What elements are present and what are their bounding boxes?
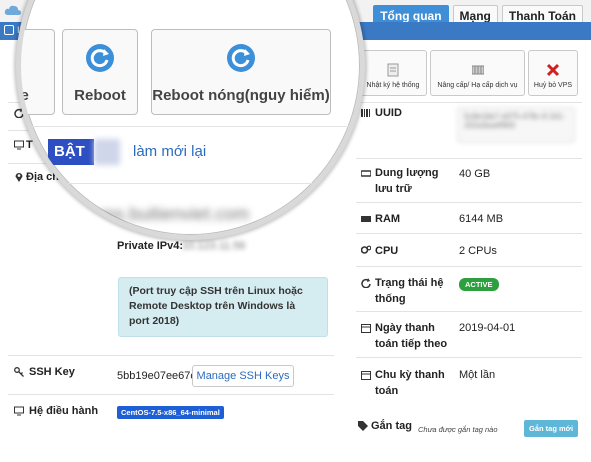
next-payment-label: Ngày thanh toán tiếp theo: [375, 322, 448, 350]
status-badge: ACTIVE: [459, 278, 499, 291]
monitor-icon: [14, 140, 24, 150]
hard-reboot-button[interactable]: Reboot nóng(nguy hiểm): [151, 29, 331, 115]
system-log-label: Nhật ký hệ thống: [366, 82, 420, 89]
divider: [356, 158, 582, 159]
private-ip-value: 10.123.11.56: [182, 240, 246, 252]
divider: [21, 183, 360, 184]
divider: [356, 202, 582, 203]
uuid-bars-icon: [361, 109, 370, 117]
cloud-logo-icon: [4, 5, 22, 15]
ram-value: 6144 MB: [459, 213, 504, 225]
private-ip-label: Private IPv4:: [117, 240, 184, 252]
refresh-link[interactable]: làm mới lại: [133, 143, 206, 160]
cpu-value: 2 CPUs: [459, 245, 497, 257]
calendar-icon: [361, 324, 371, 333]
map-pin-icon: [15, 173, 23, 182]
billing-cycle-value: Một lần: [459, 369, 496, 381]
document-icon: [387, 63, 399, 77]
reboot-label: Reboot: [74, 87, 126, 104]
add-tag-button[interactable]: Gắn tag mới: [524, 420, 579, 437]
cpu-gears-icon: [361, 245, 371, 254]
ssh-key-value: 5bb19e07ee67c: [117, 370, 196, 382]
divider: [21, 126, 360, 127]
memory-icon: [361, 216, 371, 222]
ram-label: RAM: [375, 213, 401, 225]
next-payment-value: 2019-04-01: [459, 322, 516, 334]
upgrade-button[interactable]: Nâng cấp/ Hạ cấp dịch vụ: [430, 50, 525, 96]
system-state-label: Trạng thái hệ thống: [375, 277, 444, 305]
cancel-vps-button[interactable]: Huỷ bỏ VPS: [528, 50, 578, 96]
ssh-key-label: SSH Key: [29, 366, 75, 378]
divider: [356, 233, 582, 234]
tag-icon: [358, 421, 368, 431]
status-badge-blur: [94, 139, 120, 165]
cancel-vps-label: Huỷ bỏ VPS: [533, 82, 573, 89]
tag-note: Chưa được gắn tag nào: [418, 425, 498, 434]
divider: [8, 394, 334, 395]
action-toolbar: OS Nhật ký hệ thống Nâng cấp/ Hạ cấp dịc…: [330, 50, 578, 96]
refresh-icon: [361, 278, 371, 288]
tag-label: Gắn tag: [371, 420, 412, 432]
billing-cycle-label: Chu kỳ thanh toán: [375, 369, 445, 397]
server-icon: [4, 25, 14, 35]
grid-icon: [471, 65, 484, 75]
storage-value: 40 GB: [459, 168, 491, 180]
ssh-port-note: (Port truy cập SSH trên Linux hoặc Remot…: [118, 277, 328, 337]
system-log-button[interactable]: Nhật ký hệ thống: [359, 50, 427, 96]
magnifier-lens: ole Reboot Reboot nóng(nguy hiểm) BẬT là…: [16, 0, 365, 240]
key-icon: [14, 367, 24, 377]
uuid-label: UUID: [375, 107, 402, 119]
os-badge: CentOS-7.5-x86_64-minimal: [117, 406, 224, 419]
power-status-badge: BẬT: [48, 139, 94, 165]
divider: [356, 266, 582, 267]
disk-icon: [361, 170, 371, 177]
divider: [8, 355, 334, 356]
divider: [356, 311, 582, 312]
upgrade-label: Nâng cấp/ Hạ cấp dịch vụ: [437, 82, 518, 89]
monitor-icon: [14, 406, 24, 416]
hostname-value: vps.buitienviet.com: [96, 204, 250, 224]
calendar-icon: [361, 371, 371, 380]
uuid-value: 5c8e1bb7-d375-478c-9 2d1-202a3ea4f900: [457, 107, 575, 143]
close-icon: [547, 63, 559, 77]
partial-action-button[interactable]: ole: [21, 29, 55, 115]
manage-ssh-keys-button[interactable]: Manage SSH Keys: [192, 365, 294, 387]
os-label: Hệ điều hành: [29, 405, 99, 417]
cpu-label: CPU: [375, 245, 399, 257]
hard-reboot-label: Reboot nóng(nguy hiểm): [152, 87, 330, 104]
storage-label: Dung lượng lưu trữ: [375, 167, 439, 195]
reboot-button[interactable]: Reboot: [62, 29, 138, 115]
divider: [356, 357, 582, 358]
reboot-icon: [86, 44, 114, 72]
reboot-icon: [227, 44, 255, 72]
divider: [356, 102, 582, 103]
